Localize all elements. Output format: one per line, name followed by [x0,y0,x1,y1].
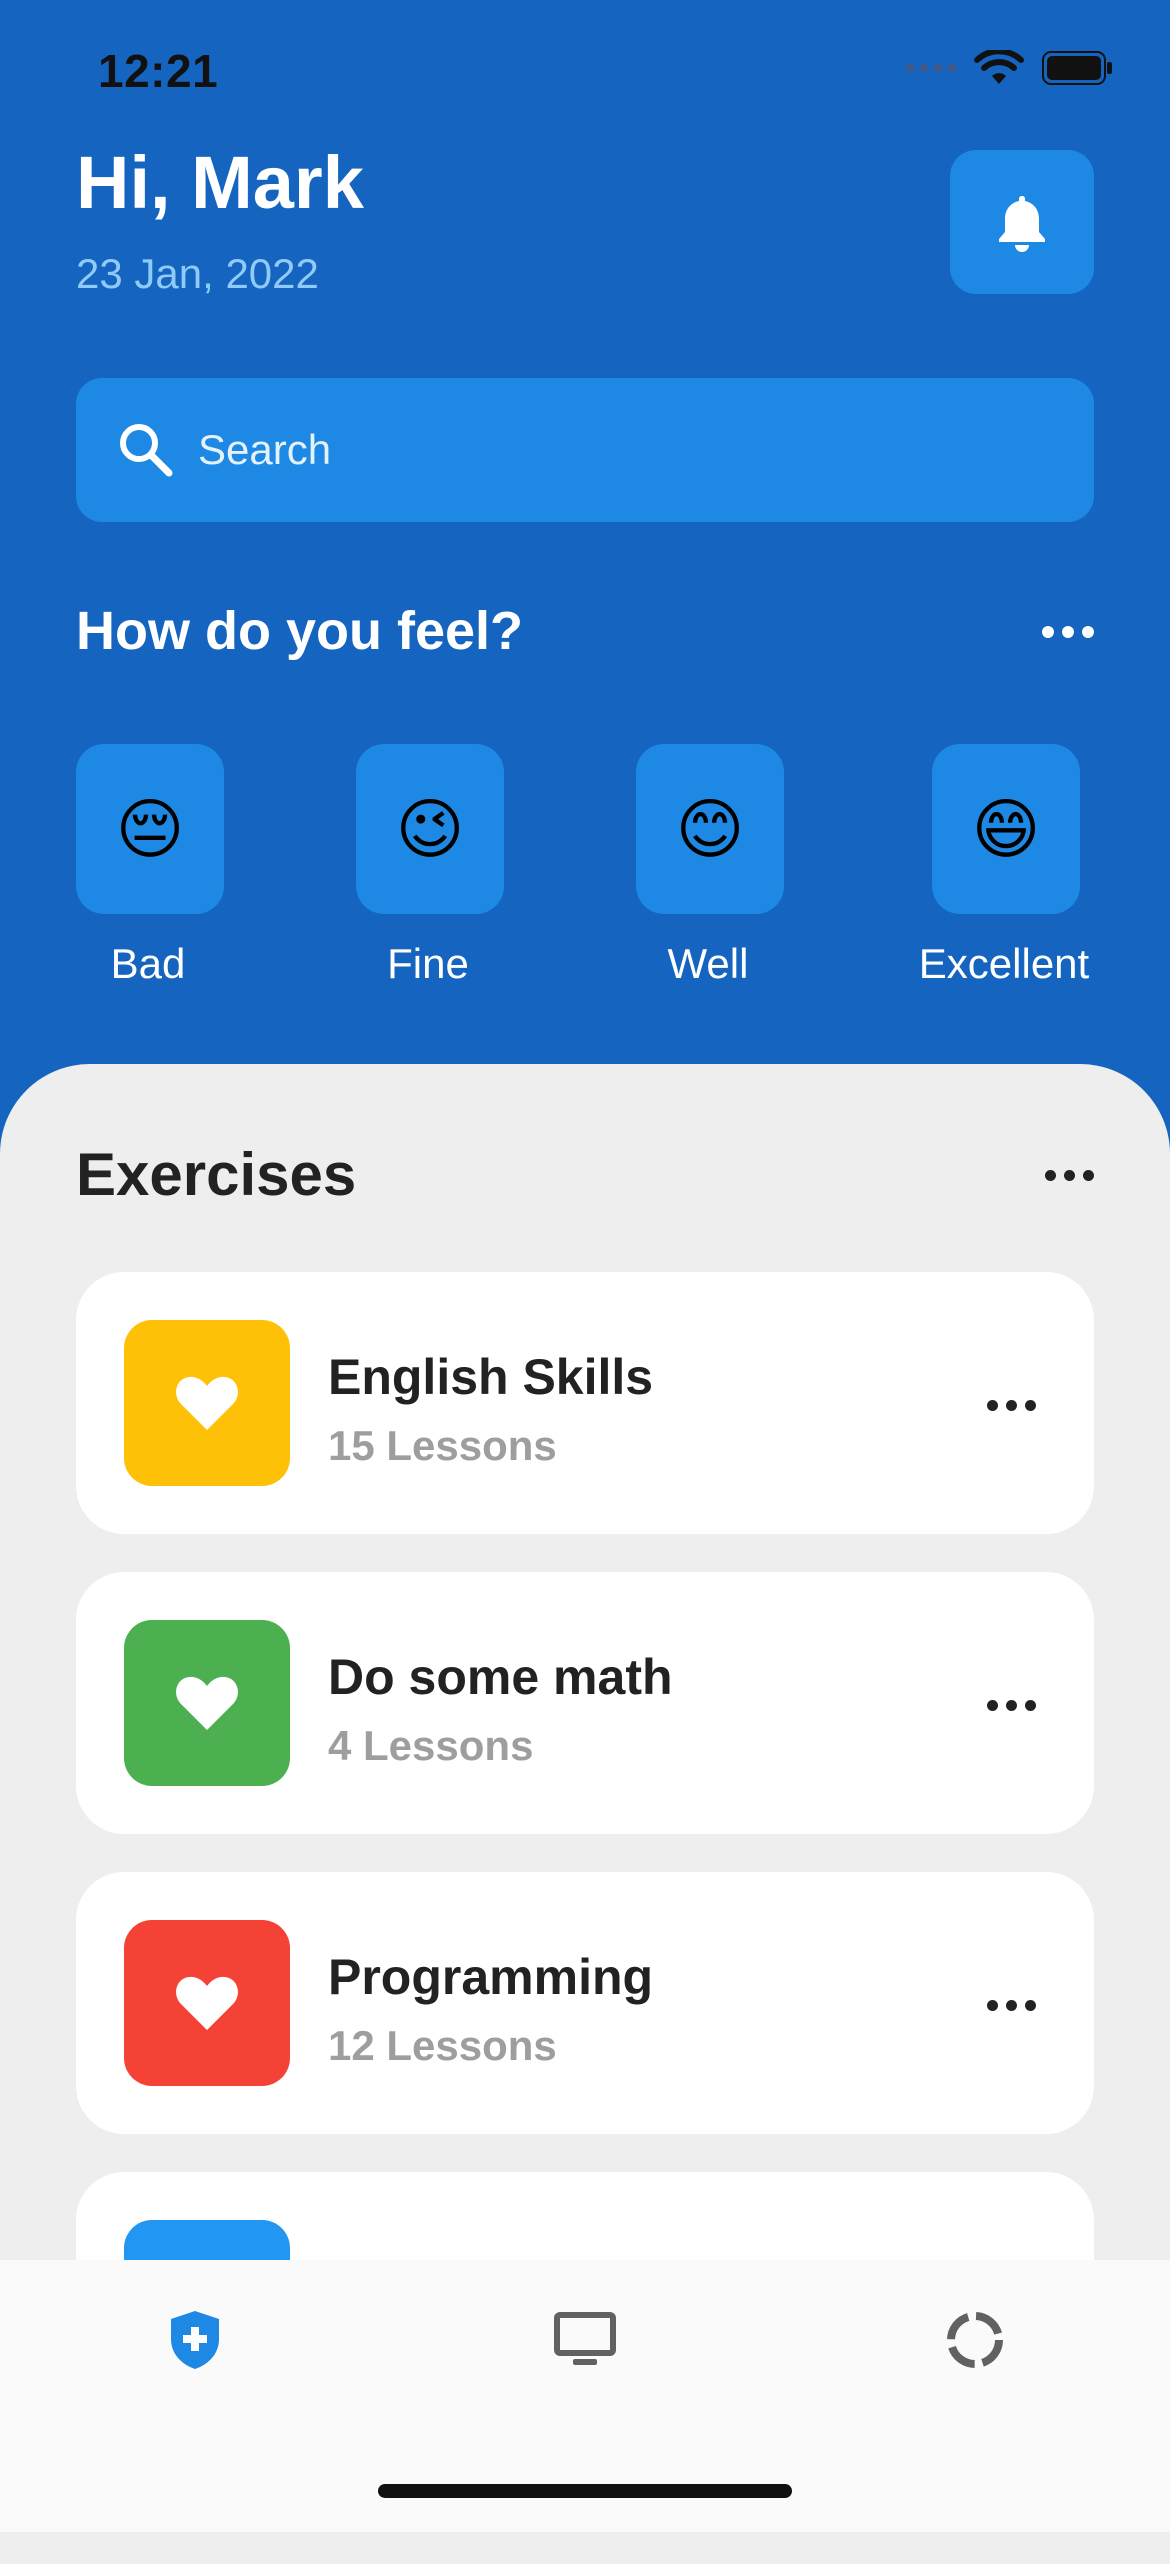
exercise-lessons: 4 Lessons [328,1722,534,1769]
tab-progress[interactable] [935,2300,1015,2380]
status-time: 12:21 [98,45,219,97]
signal-icon [906,64,956,72]
date-label: 23 Jan, 2022 [76,250,319,297]
mood-excellent-button[interactable]: 😄 [932,744,1080,914]
exercise-icon-tile [124,1920,290,2086]
mood-label-excellent: Excellent [918,940,1090,987]
search-input[interactable] [196,425,1000,475]
progress-ring-icon [947,2312,1003,2368]
mood-emoji-fine: 😉 [356,744,504,914]
exercise-lessons: 15 Lessons [328,1422,557,1469]
mood-fine-button[interactable]: 😉 [356,744,504,914]
mood-label-bad: Bad [110,940,186,987]
home-indicator [378,2484,792,2498]
search-icon [116,420,176,480]
mood-emoji-well: 😊 [636,744,784,914]
exercise-icon-tile [124,1620,290,1786]
mood-label-well: Well [667,940,749,987]
notifications-button[interactable] [950,150,1094,294]
exercise-title: Programming [328,1949,654,2005]
exercises-more-button[interactable] [1045,1160,1094,1190]
exercise-lessons: 12 Lessons [328,2022,557,2069]
mood-well-button[interactable]: 😊 [636,744,784,914]
exercise-more-button[interactable] [987,1390,1036,1420]
battery-icon [1042,51,1112,85]
header: 12:21 Hi, Mark 23 Jan, 2022 How do [0,0,1170,1110]
mood-label-fine: Fine [387,940,469,987]
exercise-title: English Skills [328,1349,654,1405]
status-icons [906,50,1114,86]
exercise-more-button[interactable] [987,1990,1036,2020]
wifi-icon [974,50,1024,84]
exercises-title: Exercises [76,1141,357,1208]
exercise-card[interactable]: Do some math 4 Lessons [76,1572,1094,1834]
tab-screen[interactable] [545,2300,625,2380]
exercise-card[interactable]: Programming 12 Lessons [76,1872,1094,2134]
exercise-more-button[interactable] [987,1690,1036,1720]
exercise-card[interactable]: English Skills 15 Lessons [76,1272,1094,1534]
search-bar[interactable] [76,378,1094,522]
exercise-title: Do some math [328,1649,673,1705]
mood-emoji-bad: 😔 [76,744,224,914]
monitor-icon [554,2312,616,2365]
mood-bad-button[interactable]: 😔 [76,744,224,914]
mood-emoji-excellent: 😄 [932,744,1080,914]
heart-icon [176,1676,238,1730]
tab-home[interactable] [155,2300,235,2380]
greeting: Hi, Mark [76,141,364,224]
heart-icon [176,1976,238,2030]
mood-more-button[interactable] [1042,612,1094,652]
mood-section-title: How do you feel? [76,601,524,661]
heart-icon [176,1376,238,1430]
shield-plus-icon [171,2311,219,2369]
bell-icon [999,196,1045,252]
exercise-icon-tile [124,1320,290,1486]
